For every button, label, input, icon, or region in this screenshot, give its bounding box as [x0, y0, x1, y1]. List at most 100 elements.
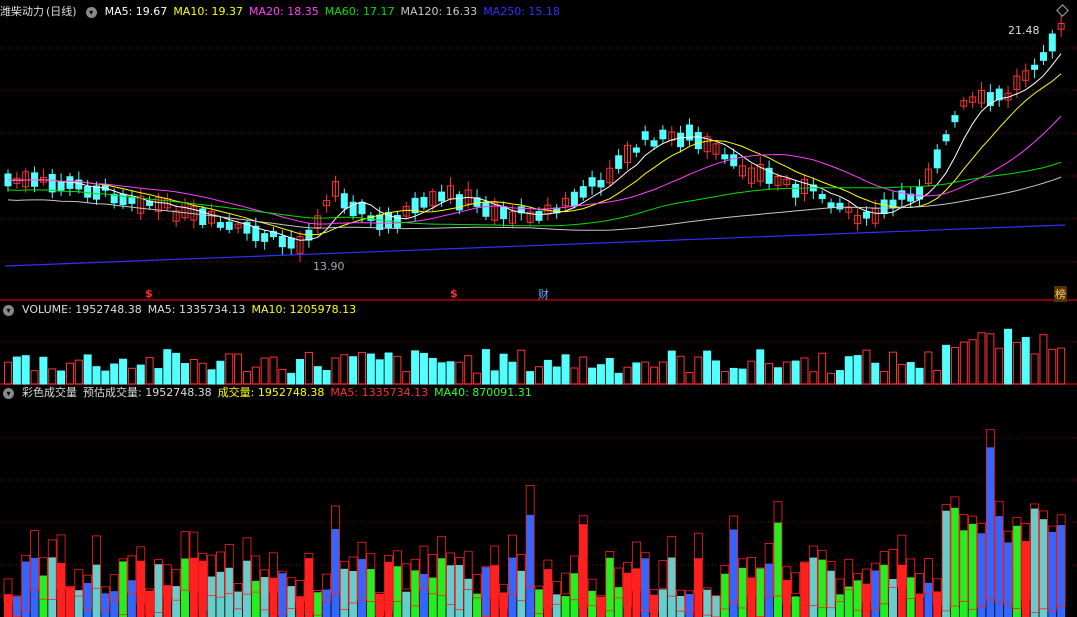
color-volume-bar	[242, 560, 251, 617]
volume-bar	[349, 356, 358, 385]
volume-bar	[508, 361, 517, 385]
color-volume-header: ▾ 彩色成交量 预估成交量: 1952748.38 成交量: 1952748.3…	[0, 385, 532, 401]
volume-bar	[12, 356, 21, 385]
volume-bar	[747, 360, 756, 385]
volume-bar	[543, 359, 552, 385]
color-volume-ma40: MA40: 870091.31	[434, 386, 532, 399]
volume-bar	[39, 356, 48, 385]
color-volume-bar	[579, 524, 588, 617]
volume-bar	[402, 371, 411, 385]
color-volume-bar	[756, 568, 765, 617]
color-volume-bar	[543, 569, 552, 617]
volume-bar	[950, 347, 959, 385]
volume-bar	[473, 372, 482, 385]
volume-bar	[933, 370, 942, 385]
color-volume-bar	[588, 590, 597, 617]
event-marker-dividend[interactable]: $	[450, 287, 458, 300]
color-volume-bar	[1057, 525, 1066, 617]
volume-bar	[189, 359, 198, 385]
volume-bar	[862, 349, 871, 385]
color-volume-title: 彩色成交量	[22, 386, 77, 399]
color-volume-value: 成交量: 1952748.38	[217, 386, 325, 399]
candle-body	[128, 197, 136, 204]
volume-bar	[172, 352, 181, 385]
volume-bar	[676, 355, 685, 385]
event-marker-financial-report[interactable]: 财	[538, 286, 549, 302]
candle-body	[827, 202, 835, 208]
color-volume-bar	[110, 591, 119, 617]
volume-bar	[57, 370, 66, 385]
chevron-down-icon[interactable]: ▾	[85, 6, 97, 18]
color-volume-bar	[12, 596, 21, 617]
color-volume-bar	[800, 562, 809, 617]
volume-bar	[658, 361, 667, 385]
volume-bar	[358, 352, 366, 385]
chevron-down-icon[interactable]: ▾	[3, 304, 14, 316]
ma20-value: MA20: 18.35	[249, 5, 319, 18]
color-volume-bar	[349, 571, 358, 617]
volume-bar	[411, 350, 420, 385]
color-volume-bar	[39, 575, 48, 617]
event-marker-top-list[interactable]: 榜	[1054, 286, 1067, 302]
color-volume-bar	[331, 528, 340, 617]
volume-bar	[1057, 347, 1066, 385]
color-volume-bar	[384, 561, 393, 617]
volume-bar	[21, 355, 30, 385]
color-volume-bar	[694, 558, 703, 617]
candle-body	[836, 202, 844, 210]
color-volume-bar	[154, 564, 163, 617]
color-volume-bar	[322, 589, 331, 617]
candle-body	[588, 177, 596, 187]
color-volume-bar	[676, 595, 685, 617]
candle-body	[615, 155, 623, 169]
volume-bar	[322, 369, 331, 385]
color-volume-bar	[835, 594, 844, 617]
volume-bar	[765, 363, 774, 385]
volume-bar	[835, 370, 844, 385]
candle-body	[933, 149, 941, 169]
color-volume-bar	[428, 577, 437, 617]
volume-bar	[437, 362, 446, 385]
chevron-down-icon[interactable]: ▾	[3, 387, 14, 399]
candle-body	[535, 210, 543, 221]
low-price-label: 13.90	[313, 260, 345, 273]
volume-bar	[419, 352, 428, 385]
color-volume-bar	[304, 558, 313, 617]
color-volume-bar	[234, 591, 243, 617]
volume-bar	[1021, 337, 1030, 385]
volume-bar	[234, 353, 243, 385]
color-volume-bar	[827, 570, 836, 617]
color-volume-bar	[83, 582, 92, 617]
stock-title[interactable]: 潍柴动力	[0, 4, 44, 20]
volume-bar	[136, 364, 145, 385]
color-volume-bar	[853, 580, 862, 617]
event-marker-dividend[interactable]: $	[145, 287, 153, 300]
color-volume-bar	[614, 587, 623, 617]
volume-panel-header: ▾ VOLUME: 1952748.38 MA5: 1335734.13 MA1…	[0, 302, 356, 318]
volume-bar	[48, 368, 57, 385]
volume-bar	[827, 372, 836, 385]
candle-body	[792, 183, 800, 198]
volume-bar	[712, 360, 720, 385]
volume-bar	[535, 366, 543, 385]
color-volume-bar	[720, 573, 729, 617]
color-volume-bar	[862, 583, 871, 617]
color-volume-bar	[145, 590, 154, 617]
color-volume-bar	[897, 564, 906, 617]
color-volume-bar	[296, 596, 305, 617]
color-volume-bar	[375, 593, 384, 617]
candle-body	[420, 196, 428, 208]
volume-bar	[809, 371, 818, 385]
volume-bar	[340, 354, 349, 385]
volume-bar	[260, 357, 269, 385]
color-volume-ma5: MA5: 1335734.13	[330, 386, 429, 399]
color-volume-bar	[366, 569, 375, 617]
volume-bar	[959, 341, 968, 385]
color-volume-bar	[889, 579, 897, 617]
volume-bar	[65, 362, 74, 385]
candle-body	[376, 214, 384, 231]
color-volume-bar	[1021, 541, 1030, 617]
candle-body	[650, 140, 658, 147]
color-volume-outline	[401, 563, 411, 590]
color-volume-bar	[968, 523, 977, 617]
